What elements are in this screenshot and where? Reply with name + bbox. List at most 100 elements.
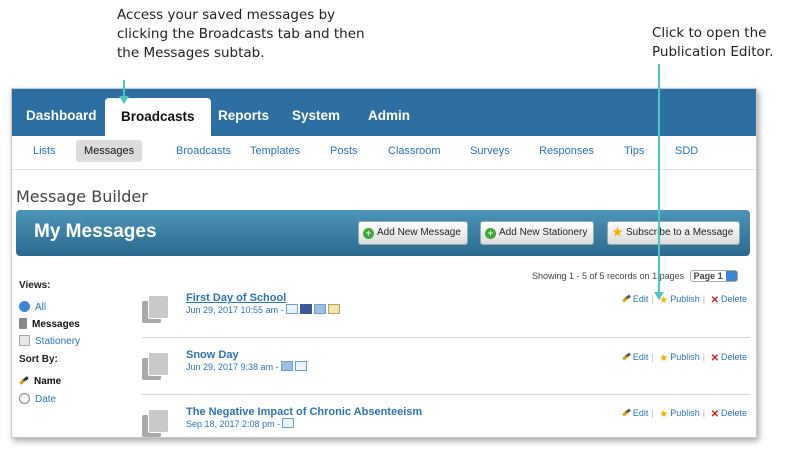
email-icon [282, 418, 295, 428]
delete-button[interactable]: ✕ Delete [710, 352, 747, 364]
view-stationery[interactable]: Stationery [19, 335, 80, 347]
message-date: Sep 18, 2017 2:08 pm - [186, 419, 281, 429]
subtab-broadcasts[interactable]: Broadcasts [176, 145, 231, 157]
page-select[interactable]: Page 1 [689, 270, 738, 282]
star-icon: ★ [659, 409, 669, 420]
page-icon [313, 304, 326, 314]
sort-heading: Sort By: [19, 354, 58, 365]
pencil-icon [19, 376, 29, 385]
arrow-head-icon [654, 292, 664, 300]
edit-button[interactable]: Edit [621, 408, 649, 418]
subscribe-label: Subscribe to a Message [626, 227, 734, 238]
facebook-icon [299, 304, 312, 314]
message-icon [142, 295, 169, 323]
subtab-classroom[interactable]: Classroom [388, 145, 441, 157]
tab-reports[interactable]: Reports [218, 108, 269, 123]
publish-button[interactable]: ★ Publish [659, 408, 700, 420]
message-icon [142, 352, 169, 380]
globe-icon [19, 301, 30, 312]
list-item: Snow Day Jun 29, 2017 9:38 am - Edit | ★ P… [142, 338, 750, 395]
sub-navigation: Lists Messages Broadcasts Templates Post… [12, 136, 756, 170]
sort-name[interactable]: Name [19, 376, 61, 387]
delete-button[interactable]: ✕ Delete [710, 408, 747, 420]
subtab-posts[interactable]: Posts [330, 145, 358, 157]
tab-dashboard[interactable]: Dashboard [26, 108, 97, 123]
row-actions: Edit | ★ Publish | ✕ Delete [619, 294, 750, 306]
message-title[interactable]: The Negative Impact of Chronic Absenteei… [186, 406, 422, 418]
annotation-publish: Click to open the Publication Editor. [652, 25, 774, 60]
publish-label: Publish [670, 352, 700, 362]
tab-admin[interactable]: Admin [368, 108, 410, 123]
annotation-arrow [658, 64, 660, 298]
subtab-sdd[interactable]: SDD [675, 145, 698, 157]
newsletter-icon [280, 361, 293, 371]
delete-label: Delete [720, 294, 747, 304]
delete-x-icon: ✕ [710, 353, 719, 364]
edit-label: Edit [632, 352, 649, 362]
sort-date-label: Date [35, 394, 57, 405]
view-messages-label: Messages [32, 319, 80, 330]
delete-label: Delete [720, 352, 747, 362]
publish-label: Publish [670, 294, 700, 304]
add-new-stationery-button[interactable]: + Add New Stationery [480, 221, 595, 245]
message-date: Jun 29, 2017 10:55 am - [186, 305, 284, 315]
add-new-message-label: Add New Message [377, 227, 461, 238]
app-window: Dashboard Broadcasts Reports System Admi… [11, 88, 757, 438]
delete-x-icon: ✕ [710, 409, 719, 420]
subtab-tips[interactable]: Tips [624, 145, 644, 157]
list-item: The Negative Impact of Chronic Absenteei… [142, 395, 750, 437]
pagination-info: Showing 1 - 5 of 5 records on 1 pages Pa… [532, 270, 738, 282]
delete-button[interactable]: ✕ Delete [710, 294, 747, 306]
subtab-lists[interactable]: Lists [33, 145, 56, 157]
edit-label: Edit [632, 294, 649, 304]
star-icon: ★ [612, 225, 623, 239]
view-all-label: All [35, 302, 47, 313]
view-all[interactable]: All [19, 301, 46, 313]
delete-x-icon: ✕ [710, 295, 719, 306]
plus-circle-icon: + [363, 228, 374, 239]
message-meta: Jun 29, 2017 10:55 am - [186, 304, 340, 315]
annotation-broadcasts: Access your saved messages by clicking t… [117, 7, 365, 61]
message-title[interactable]: First Day of School [186, 292, 286, 304]
views-heading: Views: [19, 280, 51, 291]
subtab-templates[interactable]: Templates [250, 145, 300, 157]
view-stationery-label: Stationery [35, 336, 81, 347]
my-messages-banner: My Messages + Add New Message + Add New St… [16, 210, 750, 256]
subtab-responses[interactable]: Responses [539, 145, 594, 157]
tab-system[interactable]: System [292, 108, 340, 123]
edit-button[interactable]: Edit [621, 352, 649, 362]
subtab-messages[interactable]: Messages [76, 140, 143, 162]
message-meta: Jun 29, 2017 9:38 am - [186, 361, 307, 372]
edit-label: Edit [632, 408, 649, 418]
plus-circle-icon: + [485, 228, 496, 239]
document-icon [19, 318, 27, 329]
subscribe-message-button[interactable]: ★ Subscribe to a Message [607, 221, 741, 245]
edit-button[interactable]: Edit [621, 294, 649, 304]
delete-label: Delete [720, 408, 747, 418]
publish-button[interactable]: ★ Publish [659, 294, 700, 306]
records-count: Showing 1 - 5 of 5 records on 1 pages [532, 271, 685, 281]
arrow-head-icon [119, 96, 129, 104]
sort-name-label: Name [34, 376, 62, 387]
message-title[interactable]: Snow Day [186, 349, 239, 361]
sort-date[interactable]: Date [19, 393, 56, 405]
publish-label: Publish [670, 408, 700, 418]
video-icon [327, 304, 340, 314]
row-actions: Edit | ★ Publish | ✕ Delete [619, 352, 750, 364]
email-icon [285, 304, 298, 314]
publish-button[interactable]: ★ Publish [659, 352, 700, 364]
subtab-surveys[interactable]: Surveys [470, 145, 510, 157]
page-title: Message Builder [16, 187, 148, 206]
add-new-message-button[interactable]: + Add New Message [358, 221, 468, 245]
banner-title: My Messages [34, 221, 157, 242]
view-messages[interactable]: Messages [19, 318, 80, 330]
pencil-icon [621, 408, 631, 417]
email-icon [294, 361, 307, 371]
pencil-icon [621, 352, 631, 361]
message-icon [142, 409, 169, 437]
add-new-stationery-label: Add New Stationery [499, 227, 588, 238]
pencil-icon [621, 294, 631, 303]
message-meta: Sep 18, 2017 2:08 pm - [186, 418, 295, 429]
clock-icon [19, 393, 30, 404]
star-icon: ★ [659, 353, 669, 364]
